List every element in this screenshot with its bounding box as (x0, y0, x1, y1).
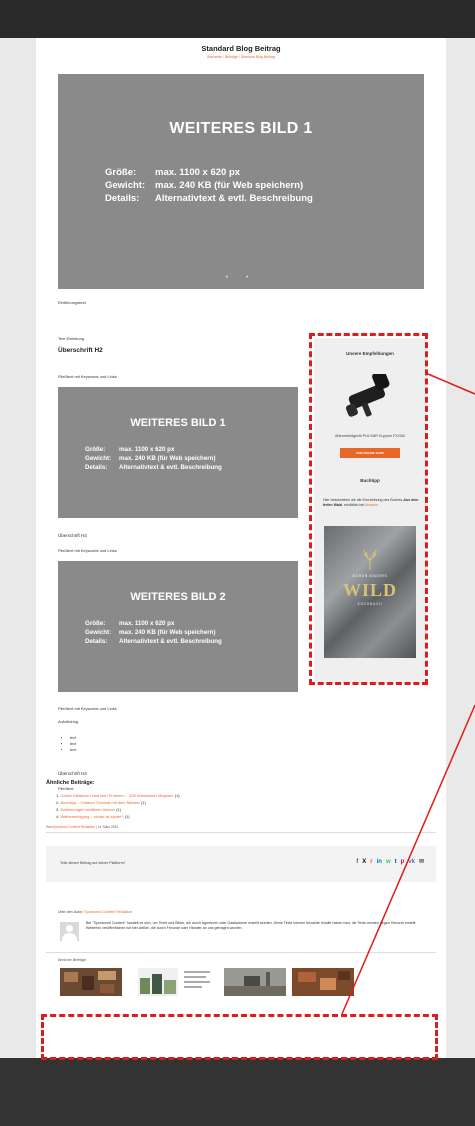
annotation-arrows (341, 373, 475, 1015)
annotation-line-author (341, 704, 475, 1015)
annotation-line-sidebar (427, 373, 475, 395)
